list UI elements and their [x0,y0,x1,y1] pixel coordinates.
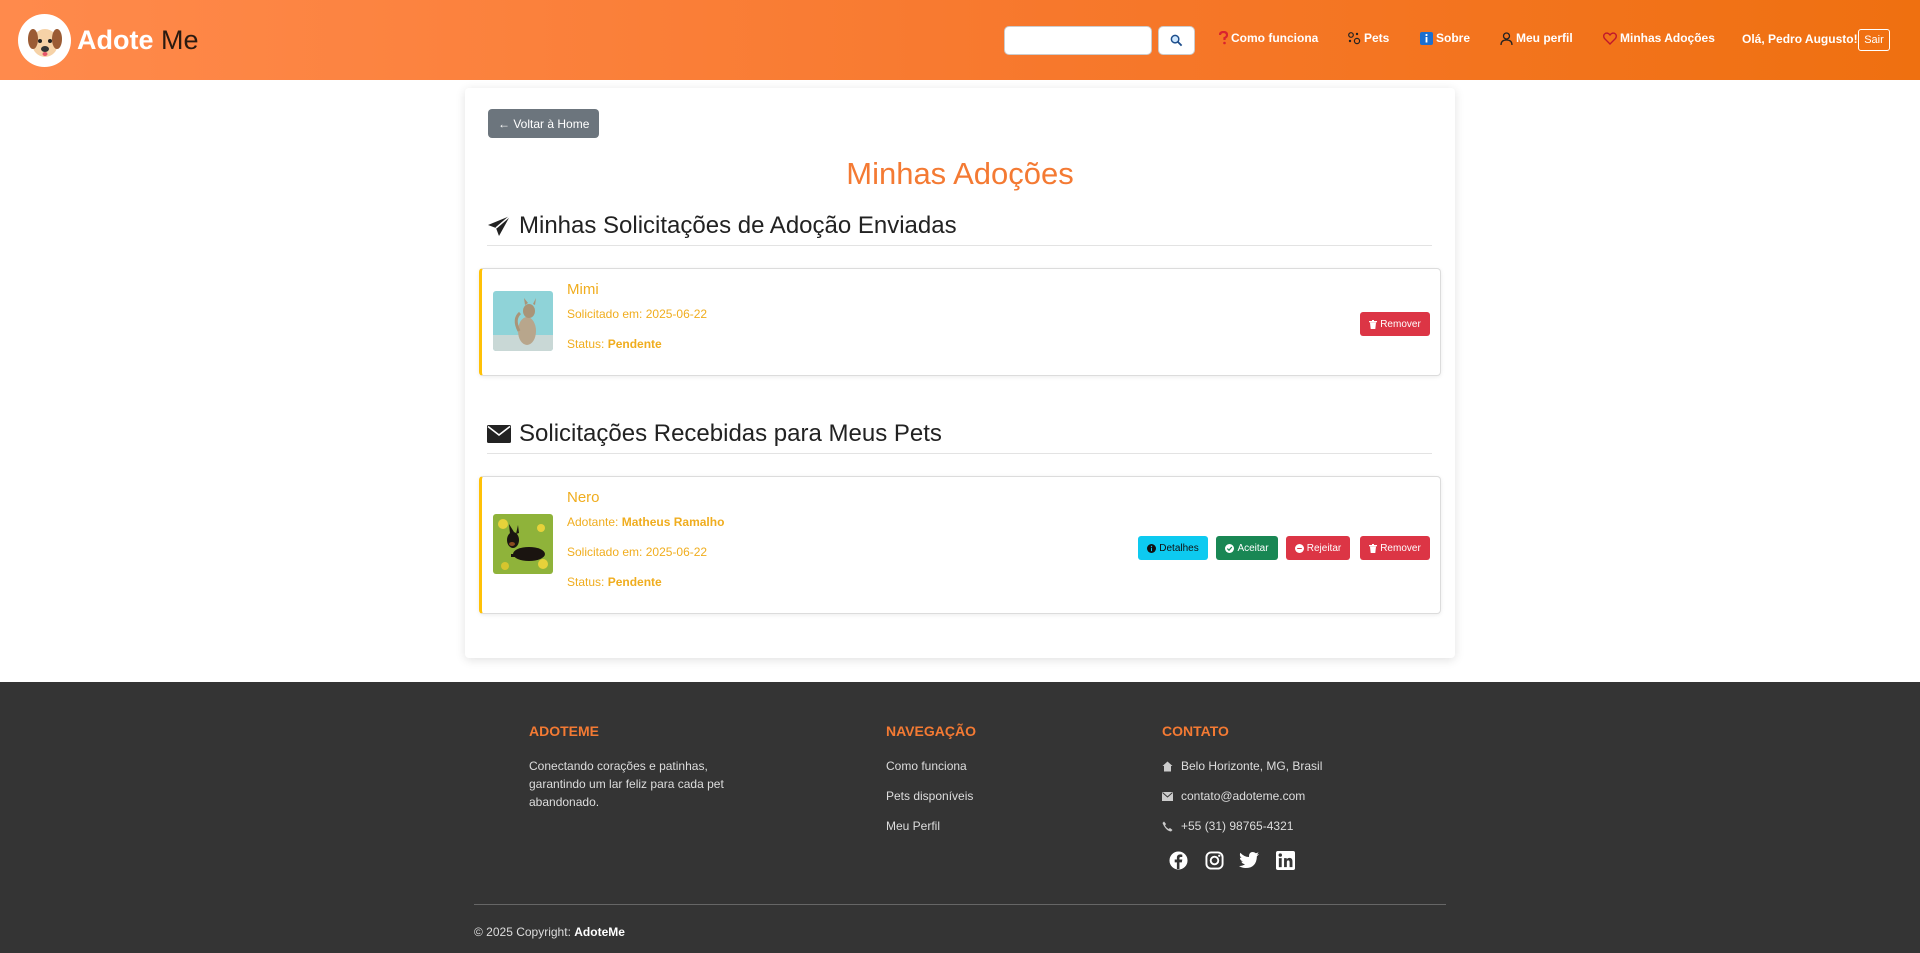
pet-name[interactable]: Mimi [567,281,599,298]
footer-link-pets-disponiveis[interactable]: Pets disponíveis [886,787,973,805]
brand-name: Adote Me [77,25,199,56]
request-status: Status: Pendente [567,575,662,589]
nav-minhas-adocoes[interactable]: Minhas Adoções [1603,30,1715,46]
adopter-label: Adotante: [567,515,619,529]
adopter-info: Adotante: Matheus Ramalho [567,515,724,529]
copyright: © 2025 Copyright: AdoteMe [474,925,625,939]
check-circle-icon [1225,543,1235,553]
logout-button[interactable]: Sair [1858,29,1890,51]
pet-name[interactable]: Nero [567,489,600,506]
nav-meu-perfil[interactable]: Meu perfil [1500,30,1573,46]
adopter-name: Matheus Ramalho [621,515,725,529]
brand-light: Me [161,25,199,55]
trash-icon [1369,543,1378,553]
received-requests-heading-text: Solicitações Recebidas para Meus Pets [519,419,942,447]
nav-pets[interactable]: Pets [1347,30,1389,46]
accept-button[interactable]: Aceitar [1216,536,1278,560]
page-title: Minhas Adoções [846,156,1074,191]
request-date-label: Solicitado em: [567,545,643,559]
sent-request-card: Mimi Solicitado em: 2025-06-22 Status: P… [479,268,1441,376]
reject-button-label: Rejeitar [1306,542,1342,554]
sent-requests-heading: Minhas Solicitações de Adoção Enviadas [487,206,1432,246]
status-label: Status: [567,575,605,589]
received-requests-heading: Solicitações Recebidas para Meus Pets [487,414,1432,454]
trash-icon [1369,319,1378,329]
footer-email-text: contato@adoteme.com [1181,789,1306,803]
linkedin-icon[interactable] [1275,850,1295,870]
phone-icon [1162,821,1173,831]
site-footer: ADOTEME Conectando corações e patinhas, … [0,682,1920,953]
received-request-card: Nero Adotante: Matheus Ramalho Solicitad… [479,476,1441,614]
footer-about-line-3: abandonado. [529,795,600,809]
info-icon [1420,31,1433,45]
nav-como-funciona[interactable]: Como funciona [1219,30,1318,46]
nav-pets-label: Pets [1364,31,1390,45]
twitter-icon[interactable] [1239,850,1259,870]
user-icon [1500,31,1513,45]
search-button[interactable] [1158,26,1195,55]
footer-divider [474,904,1446,905]
nav-minhas-adocoes-label: Minhas Adoções [1620,31,1715,45]
info-circle-icon [1147,543,1157,553]
remove-button-label: Remover [1380,318,1421,330]
sent-requests-heading-text: Minhas Solicitações de Adoção Enviadas [519,211,957,239]
accept-button-label: Aceitar [1237,542,1269,554]
copyright-brand[interactable]: AdoteMe [574,925,625,939]
main-content-card: ← Voltar à Home Minhas Adoções Minhas So… [465,88,1455,658]
back-home-button[interactable]: ← Voltar à Home [488,109,600,138]
paw-icon [1348,32,1361,45]
footer-link-meu-perfil[interactable]: Meu Perfil [886,817,940,835]
request-status: Status: Pendente [567,337,662,351]
dog-logo-icon [18,14,71,67]
details-button-label: Detalhes [1159,542,1199,554]
x-circle-icon [1294,543,1304,553]
request-date-label: Solicitado em: [567,307,643,321]
envelope-icon [487,424,511,443]
footer-email[interactable]: contato@adoteme.com [1162,789,1305,803]
heart-icon [1603,31,1617,45]
footer-phone[interactable]: +55 (31) 98765-4321 [1162,819,1293,833]
request-date: Solicitado em: 2025-06-22 [567,545,707,559]
home-icon [1162,761,1173,771]
nav-sobre[interactable]: Sobre [1420,30,1470,46]
brand-bold: Adote [77,25,154,55]
footer-about-line-2: garantindo um lar feliz para cada pet [529,777,724,791]
instagram-icon[interactable] [1204,850,1224,870]
footer-link-como-funciona[interactable]: Como funciona [886,757,967,775]
search-input[interactable] [1004,26,1152,55]
footer-about-heading: ADOTEME [529,723,599,739]
remove-button[interactable]: Remover [1360,536,1430,560]
copyright-text: © 2025 Copyright: [474,925,571,939]
status-badge: Pendente [607,337,662,351]
search-icon [1170,34,1183,47]
request-date-value: 2025-06-22 [645,545,708,559]
remove-button-label: Remover [1380,542,1421,554]
footer-address: Belo Horizonte, MG, Brasil [1162,759,1322,773]
footer-phone-text: +55 (31) 98765-4321 [1181,819,1294,833]
brand-link[interactable]: Adote Me [18,14,199,67]
request-date: Solicitado em: 2025-06-22 [567,307,707,321]
footer-about-line-1: Conectando corações e patinhas, [529,759,708,773]
user-greeting: Olá, Pedro Augusto! [1742,32,1858,46]
reject-button[interactable]: Rejeitar [1286,536,1350,560]
mail-icon [1162,791,1173,801]
status-badge: Pendente [607,575,662,589]
footer-address-text: Belo Horizonte, MG, Brasil [1181,759,1323,773]
nav-como-funciona-label: Como funciona [1231,31,1319,45]
remove-button[interactable]: Remover [1360,312,1430,336]
status-label: Status: [567,337,605,351]
footer-contact-heading: CONTATO [1162,723,1229,739]
footer-nav-heading: NAVEGAÇÃO [886,723,976,739]
question-icon [1219,31,1228,45]
request-date-value: 2025-06-22 [645,307,708,321]
nav-sobre-label: Sobre [1436,31,1471,45]
pet-photo-mimi [493,291,553,351]
nav-meu-perfil-label: Meu perfil [1516,31,1573,45]
top-navbar: Adote Me Como funciona Pets Sobre Meu pe… [0,0,1920,80]
paper-plane-icon [488,214,511,236]
facebook-icon[interactable] [1168,850,1188,870]
details-button[interactable]: Detalhes [1138,536,1208,560]
pet-photo-nero [493,514,553,574]
